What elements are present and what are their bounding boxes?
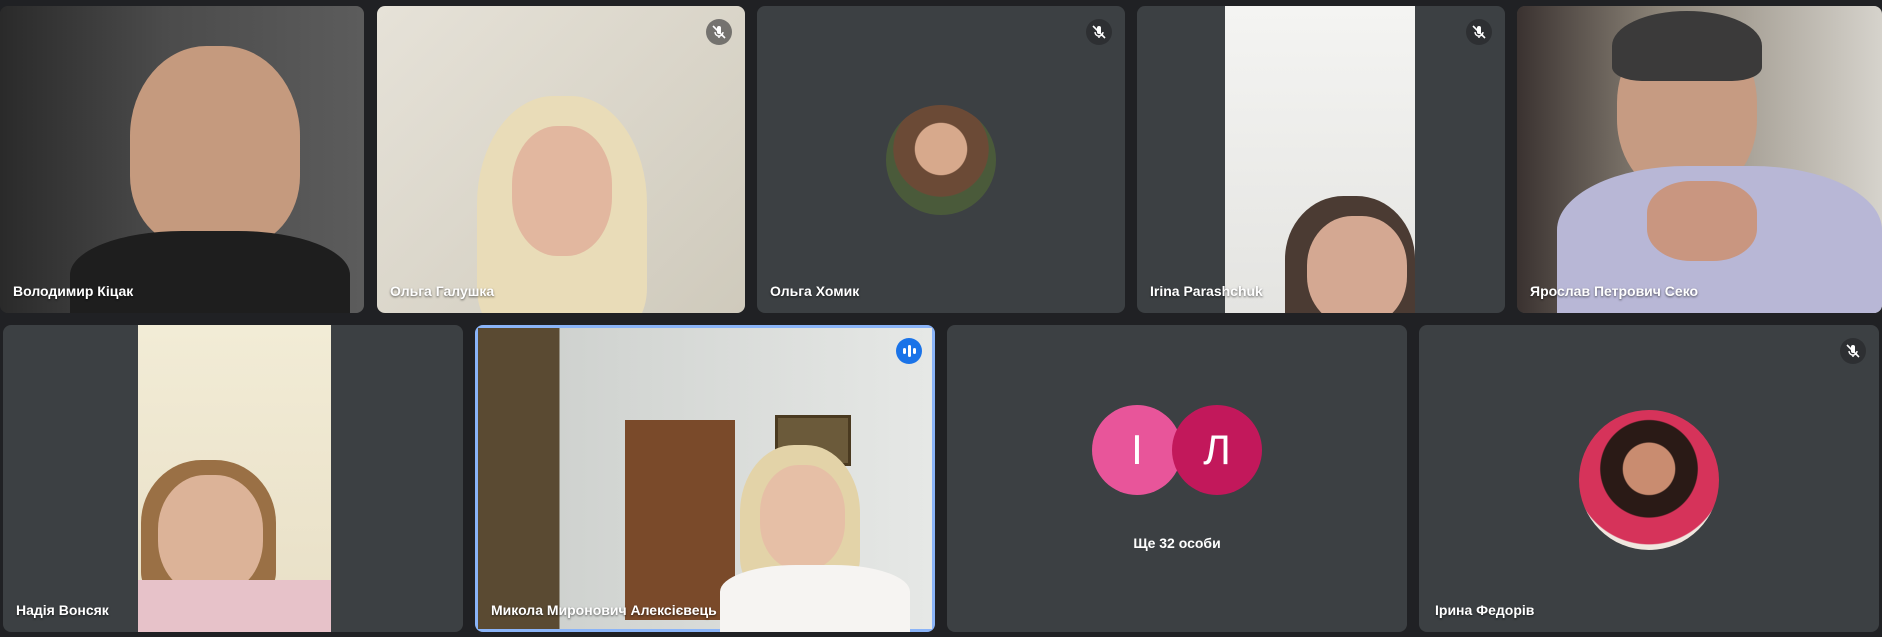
person-body	[70, 231, 350, 313]
audio-level-icon	[902, 345, 916, 357]
participant-name: Irina Parashchuk	[1150, 283, 1263, 299]
participant-tile-iryna-fedoriv[interactable]: Ірина Федорів	[1419, 325, 1879, 632]
participant-tile-mykola-aleksiievets[interactable]: Микола Миронович Алексієвець	[475, 325, 935, 632]
avatar-initial-i: І	[1092, 405, 1182, 495]
person-face	[1307, 216, 1407, 313]
avatar	[1579, 410, 1719, 550]
mute-indicator	[1466, 19, 1492, 45]
person-face	[512, 126, 612, 256]
participant-tile-irina-parashchuk[interactable]: Irina Parashchuk	[1137, 6, 1505, 313]
participant-name: Володимир Кіцак	[13, 283, 134, 299]
avatar	[886, 105, 996, 215]
participant-tile-nadiia-vonsiak[interactable]: Надія Вонсяк	[3, 325, 463, 632]
person-body	[720, 565, 910, 632]
person-body	[138, 580, 331, 632]
person-face	[158, 475, 263, 595]
mic-off-icon	[712, 25, 726, 39]
person-hands	[1647, 181, 1757, 261]
mute-indicator	[1086, 19, 1112, 45]
person-hair	[1612, 11, 1762, 81]
participant-name: Ірина Федорів	[1435, 602, 1535, 618]
mute-indicator	[706, 19, 732, 45]
mic-off-icon	[1092, 25, 1106, 39]
avatar-initial-l: Л	[1172, 405, 1262, 495]
participant-name: Ярослав Петрович Секо	[1530, 283, 1699, 299]
mic-off-icon	[1472, 25, 1486, 39]
participant-name: Надія Вонсяк	[16, 602, 109, 618]
participant-tile-yaroslav-seko[interactable]: Ярослав Петрович Секо	[1517, 6, 1882, 313]
door	[625, 420, 735, 620]
speaking-indicator	[896, 338, 922, 364]
participant-name: Ольга Хомик	[770, 283, 860, 299]
participant-tile-others[interactable]: І Л Ще 32 особи	[947, 325, 1407, 632]
participant-tile-olha-khomyk[interactable]: Ольга Хомик	[757, 6, 1125, 313]
person-face	[760, 465, 845, 570]
mic-off-icon	[1846, 344, 1860, 358]
participant-name: Ольга Галушка	[390, 283, 495, 299]
more-participants-label: Ще 32 особи	[1133, 535, 1221, 551]
mute-indicator	[1840, 338, 1866, 364]
participant-tile-volodymyr[interactable]: Володимир Кіцак	[0, 6, 364, 313]
participant-name: Микола Миронович Алексієвець	[491, 602, 717, 618]
person-silhouette	[130, 46, 300, 246]
participant-tile-olha-halushka[interactable]: Ольга Галушка	[377, 6, 745, 313]
